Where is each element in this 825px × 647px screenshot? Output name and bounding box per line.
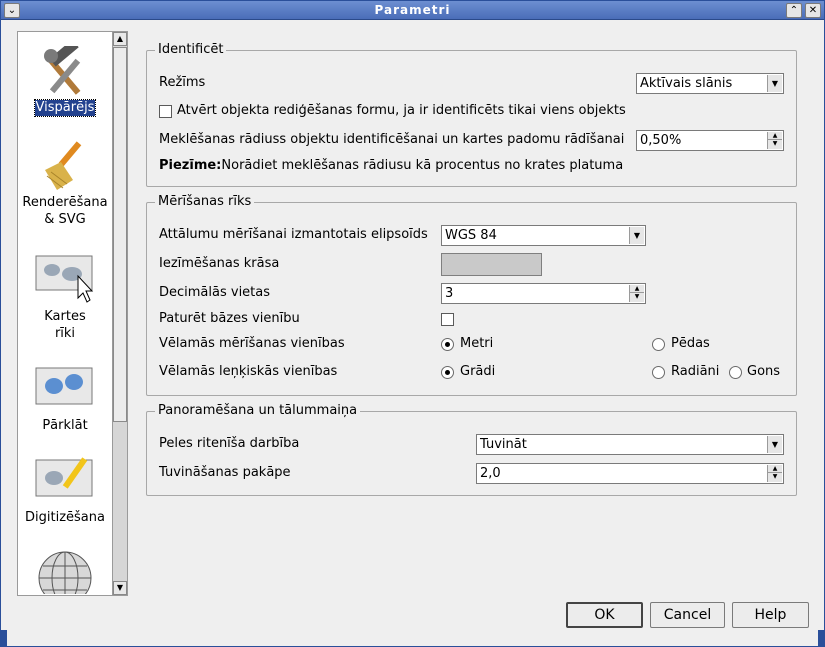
search-radius-spinbox[interactable]: 0,50% ▲ ▼ bbox=[636, 130, 784, 151]
resize-grip-right[interactable] bbox=[818, 630, 824, 646]
resize-grip-left[interactable] bbox=[1, 630, 7, 646]
zoom-factor-label: Tuvināšanas pakāpe bbox=[159, 465, 291, 480]
decimals-value: 3 bbox=[445, 286, 454, 301]
wheel-action-select[interactable]: Tuvināt ▼ bbox=[476, 434, 784, 455]
scroll-up-icon[interactable]: ▲ bbox=[113, 32, 127, 46]
category-sidebar: Vispārējs Renderēšana & SVG Kartes rīki … bbox=[17, 31, 128, 596]
ok-button[interactable]: OK bbox=[566, 602, 643, 628]
search-radius-value: 0,50% bbox=[640, 133, 682, 148]
units-metri-label: Metri bbox=[460, 336, 494, 351]
angle-gons-radio[interactable] bbox=[729, 366, 742, 379]
angle-units-label: Vēlamās leņķiskās vienības bbox=[159, 364, 338, 379]
units-metri-radio[interactable] bbox=[441, 338, 454, 351]
scroll-down-icon[interactable]: ▼ bbox=[113, 581, 127, 595]
preferences-dialog: ⌄ Parametri ⌃ ✕ Vispārējs Renderēšana & … bbox=[0, 0, 825, 647]
note-bold: Piezīme: bbox=[159, 158, 222, 173]
decimals-spinbox[interactable]: 3 ▲ ▼ bbox=[441, 283, 646, 304]
chevron-down-icon: ▼ bbox=[629, 227, 644, 244]
keep-base-unit-label: Paturēt bāzes vienību bbox=[159, 311, 300, 326]
overlay-map-icon bbox=[35, 367, 93, 405]
wheel-action-label: Peles ritenīša darbība bbox=[159, 436, 300, 451]
mode-select-value: Aktīvais slānis bbox=[640, 76, 733, 91]
angle-gradi-label: Grādi bbox=[460, 364, 496, 379]
help-button[interactable]: Help bbox=[732, 602, 809, 628]
angle-radiani-radio[interactable] bbox=[652, 366, 665, 379]
maximize-icon[interactable]: ⌃ bbox=[786, 3, 802, 18]
digitize-icon bbox=[35, 457, 93, 497]
close-icon[interactable]: ✕ bbox=[805, 3, 821, 18]
sidebar-item-label: Vispārējs bbox=[33, 99, 97, 117]
measure-group-title: Mērīšanas rīks bbox=[155, 194, 255, 209]
ellipsoid-label: Attālumu mērīšanai izmantotais elipsoīds bbox=[159, 227, 428, 242]
sidebar-item-label: Renderēšana bbox=[22, 195, 108, 210]
window-title: Parametri bbox=[374, 3, 451, 17]
globe-icon bbox=[38, 551, 92, 594]
open-form-checkbox[interactable] bbox=[159, 105, 172, 118]
rubberband-color-label: Iezīmēšanas krāsa bbox=[159, 256, 280, 271]
note-text: Piezīme:Norādiet meklēšanas rādiusu kā p… bbox=[159, 158, 623, 173]
zoom-factor-value: 2,0 bbox=[480, 466, 501, 481]
note-body: Norādiet meklēšanas rādiusu kā procentus… bbox=[221, 158, 624, 173]
chevron-down-icon: ▼ bbox=[767, 436, 782, 453]
sidebar-item-label: Pārklāt bbox=[42, 418, 88, 433]
zoom-group-title: Panoramēšana un tālummaiņa bbox=[155, 403, 361, 418]
scroll-thumb[interactable] bbox=[113, 47, 127, 422]
sidebar-item-map-tools[interactable]: Kartes rīki bbox=[18, 252, 112, 342]
zoom-factor-spinbox[interactable]: 2,0 ▲ ▼ bbox=[476, 463, 784, 484]
search-radius-label: Meklēšanas rādiuss objektu identificēšan… bbox=[159, 132, 625, 147]
measure-units-label: Vēlamās mērīšanas vienības bbox=[159, 336, 345, 351]
identify-group-title: Identificēt bbox=[155, 42, 227, 57]
cancel-button[interactable]: Cancel bbox=[650, 602, 725, 628]
chevron-down-icon: ▼ bbox=[767, 75, 782, 92]
open-form-label: Atvērt objekta rediģēšanas formu, ja ir … bbox=[177, 103, 626, 118]
decimals-label: Decimālās vietas bbox=[159, 285, 271, 300]
identify-group: Identificēt Režīms Aktīvais slānis ▼ Atv… bbox=[146, 42, 797, 187]
sidebar-item-label: Kartes bbox=[44, 309, 86, 324]
sidebar-item-label-2: rīki bbox=[54, 326, 76, 341]
angle-radiani-label: Radiāni bbox=[671, 364, 720, 379]
brush-icon bbox=[45, 141, 82, 190]
sidebar-item-general[interactable]: Vispārējs bbox=[18, 46, 112, 117]
ellipsoid-select-value: WGS 84 bbox=[445, 228, 497, 243]
mode-select[interactable]: Aktīvais slānis ▼ bbox=[636, 73, 784, 94]
ellipsoid-select[interactable]: WGS 84 ▼ bbox=[441, 225, 646, 246]
rubberband-color-button[interactable] bbox=[441, 253, 542, 276]
sidebar-item-projection[interactable] bbox=[18, 548, 112, 594]
measure-group: Mērīšanas rīks Attālumu mērīšanai izmant… bbox=[146, 194, 797, 396]
wheel-action-value: Tuvināt bbox=[480, 437, 527, 452]
zoom-group: Panoramēšana un tālummaiņa Peles ritenīš… bbox=[146, 403, 797, 496]
spin-arrows-icon[interactable]: ▲ ▼ bbox=[767, 465, 782, 482]
sidebar-item-overlay[interactable]: Pārklāt bbox=[18, 362, 112, 434]
angle-gons-label: Gons bbox=[747, 364, 781, 379]
units-pedas-radio[interactable] bbox=[652, 338, 665, 351]
sidebar-item-label: Digitizēšana bbox=[25, 510, 105, 525]
sidebar-item-label-2: & SVG bbox=[44, 212, 86, 227]
spin-arrows-icon[interactable]: ▲ ▼ bbox=[629, 285, 644, 302]
sidebar-item-digitizing[interactable]: Digitizēšana bbox=[18, 454, 112, 526]
sidebar-item-rendering[interactable]: Renderēšana & SVG bbox=[18, 140, 112, 228]
map-tools-icon bbox=[35, 255, 94, 303]
tools-icon bbox=[44, 46, 81, 95]
sidebar-scrollbar[interactable]: ▲ ▼ bbox=[112, 32, 127, 595]
title-bar: ⌄ Parametri ⌃ ✕ bbox=[1, 1, 824, 20]
angle-gradi-radio[interactable] bbox=[441, 366, 454, 379]
spin-arrows-icon[interactable]: ▲ ▼ bbox=[767, 132, 782, 149]
units-pedas-label: Pēdas bbox=[671, 336, 710, 351]
keep-base-unit-checkbox[interactable] bbox=[441, 313, 454, 326]
mode-label: Režīms bbox=[159, 75, 206, 90]
